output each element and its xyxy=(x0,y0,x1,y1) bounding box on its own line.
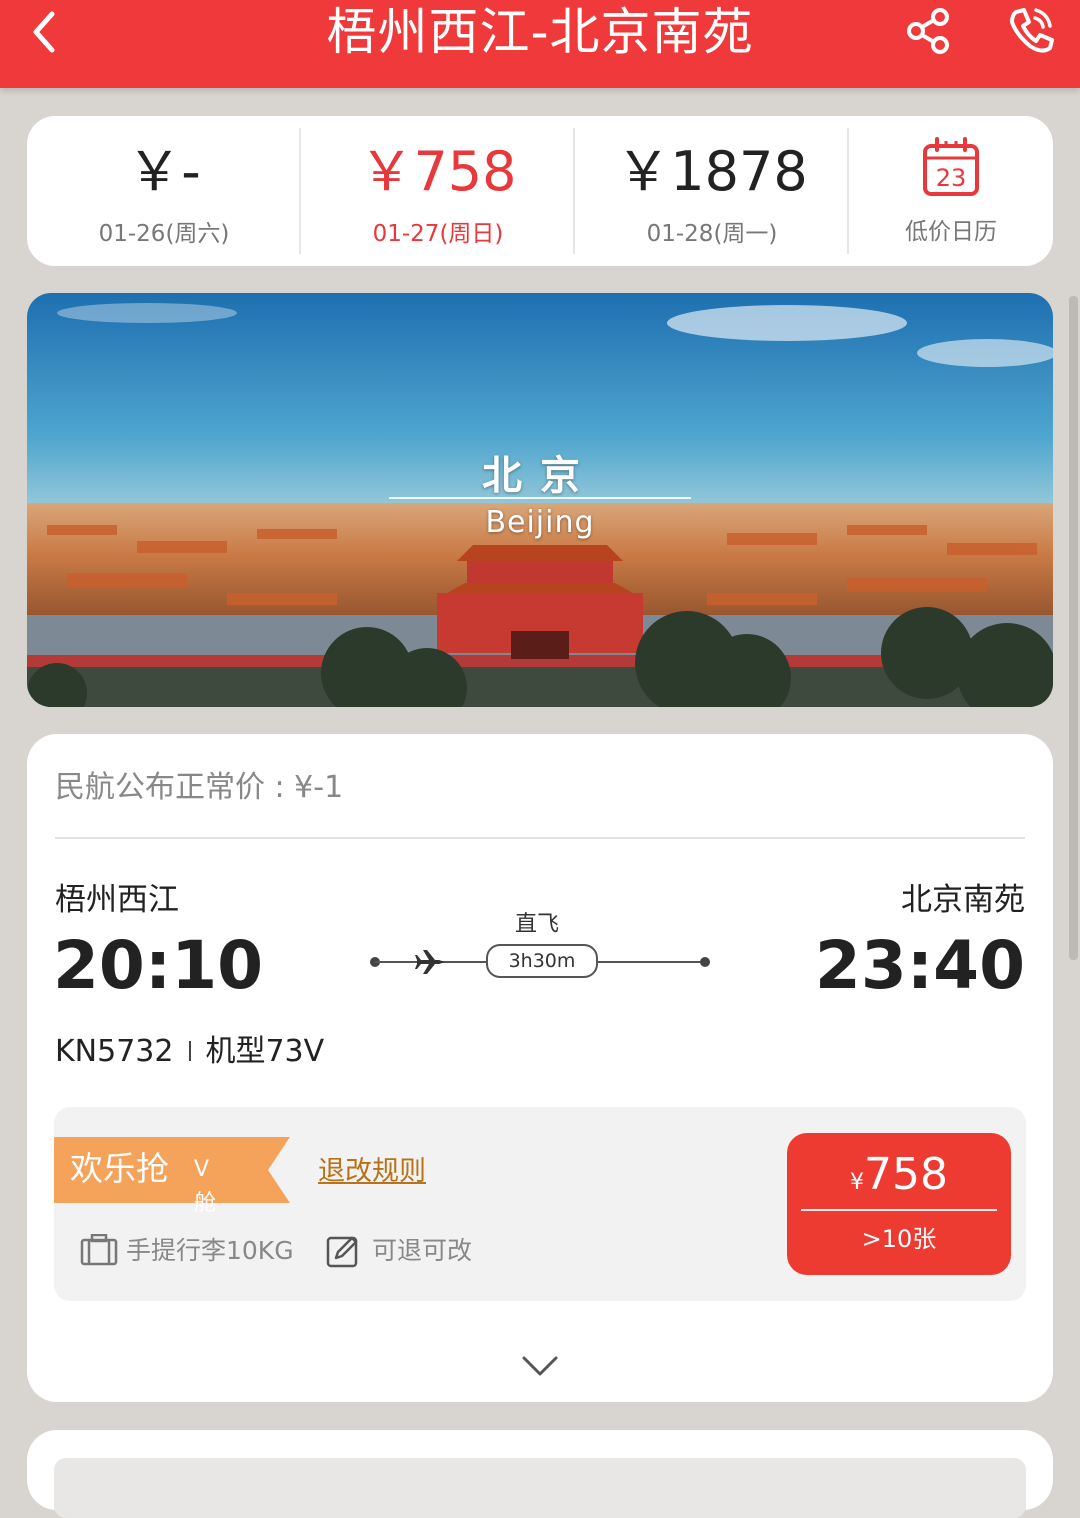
calendar-label: 低价日历 xyxy=(905,219,997,245)
fare-option: 欢乐抢 V舱 退改规则 手提行李10KG 可退可改 ¥758 >10张 xyxy=(54,1107,1026,1301)
tickets-remaining: >10张 xyxy=(861,1225,937,1253)
calendar-day: 23 xyxy=(936,164,967,192)
luggage-icon xyxy=(80,1234,118,1266)
departure-airport: 梧州西江 xyxy=(55,882,179,918)
date-label: 01-28(周一) xyxy=(646,221,778,247)
refund-text: 可退可改 xyxy=(372,1236,473,1265)
direct-flight-label: 直飞 xyxy=(514,912,559,937)
divider xyxy=(389,497,691,499)
date-price: ￥1878 xyxy=(616,140,808,203)
date-option-selected[interactable]: ￥758 01-27(周日) xyxy=(301,116,575,266)
arrival-time: 23:40 xyxy=(814,927,1025,1004)
arrival-airport: 北京南苑 xyxy=(901,882,1025,918)
fare-price: ¥758 xyxy=(787,1147,1011,1211)
phone-icon[interactable] xyxy=(1002,2,1058,58)
divider xyxy=(189,1041,192,1061)
flight-card: 民航公布正常价 : ¥-1 梧州西江 北京南苑 20:10 23:40 直飞 3… xyxy=(27,734,1053,1402)
flight-duration: 3h30m xyxy=(486,944,598,978)
currency-symbol: ¥ xyxy=(850,1170,864,1195)
refund-change-rules-link[interactable]: 退改规则 xyxy=(318,1155,426,1189)
date-price: ￥758 xyxy=(359,140,517,203)
next-flight-card xyxy=(27,1430,1053,1518)
cabin-class: V舱 xyxy=(194,1157,217,1216)
baggage-text: 手提行李10KG xyxy=(126,1236,294,1265)
destination-city-cn: 北京 xyxy=(482,453,598,499)
flight-info: KN5732 机型73V xyxy=(55,1032,324,1072)
date-price: ￥- xyxy=(127,140,201,203)
aircraft-type: 机型73V xyxy=(205,1034,325,1069)
date-option[interactable]: ￥1878 01-28(周一) xyxy=(575,116,849,266)
chevron-down-icon[interactable] xyxy=(521,1354,559,1378)
date-label: 01-27(周日) xyxy=(372,221,504,247)
divider xyxy=(801,1209,997,1211)
share-icon[interactable] xyxy=(902,4,956,58)
official-price: 民航公布正常价 : ¥-1 xyxy=(55,770,344,805)
calendar-icon: 23 xyxy=(923,137,979,196)
date-price-bar: ￥- 01-26(周六) ￥758 01-27(周日) ￥1878 01-28(… xyxy=(27,116,1053,266)
low-price-calendar-button[interactable]: 23 低价日历 xyxy=(849,116,1053,266)
promo-tag-name: 欢乐抢 xyxy=(70,1149,169,1188)
divider xyxy=(55,837,1025,839)
top-nav-bar: 梧州西江-北京南苑 xyxy=(0,0,1080,88)
scrollbar[interactable] xyxy=(1069,296,1078,960)
date-option[interactable]: ￥- 01-26(周六) xyxy=(27,116,301,266)
plane-icon xyxy=(415,950,445,974)
fare-price-value: 758 xyxy=(864,1149,948,1200)
destination-city-en: Beijing xyxy=(485,505,595,540)
book-button[interactable]: ¥758 >10张 xyxy=(787,1133,1011,1275)
flight-number: KN5732 xyxy=(55,1034,174,1069)
date-label: 01-26(周六) xyxy=(98,221,230,247)
departure-time: 20:10 xyxy=(53,927,264,1004)
edit-icon xyxy=(326,1236,358,1268)
destination-banner: 北京 Beijing xyxy=(27,293,1053,707)
